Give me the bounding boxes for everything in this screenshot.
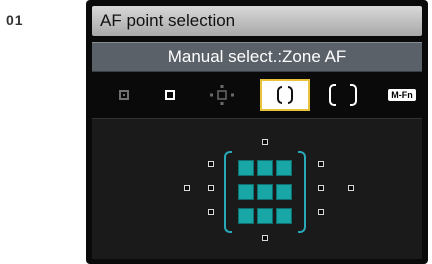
af-mode-selector: M-Fn bbox=[92, 78, 422, 112]
zone-af-point bbox=[276, 208, 292, 224]
zone-bracket-left bbox=[224, 151, 232, 233]
spot-af-icon[interactable] bbox=[112, 78, 136, 112]
current-af-mode: Manual select.:Zone AF bbox=[167, 47, 347, 66]
menu-title-bar: AF point selection bbox=[92, 6, 422, 36]
auto-selection-af-icon[interactable] bbox=[320, 78, 366, 112]
zone-af-icon[interactable] bbox=[260, 79, 310, 111]
zone-af-point bbox=[238, 184, 254, 200]
single-point-af-icon[interactable] bbox=[158, 78, 182, 112]
af-zone-frame[interactable] bbox=[224, 151, 306, 233]
af-point bbox=[318, 161, 324, 167]
af-point-map[interactable] bbox=[92, 118, 422, 259]
zone-af-point bbox=[276, 160, 292, 176]
af-point bbox=[184, 185, 190, 191]
zone-af-point bbox=[238, 208, 254, 224]
zone-af-point bbox=[257, 208, 273, 224]
af-point-expansion-icon[interactable] bbox=[202, 78, 242, 112]
af-point bbox=[262, 139, 268, 145]
m-fn-label: M-Fn bbox=[388, 89, 416, 101]
zone-af-point bbox=[257, 184, 273, 200]
af-point bbox=[318, 185, 324, 191]
camera-lcd-screen: AF point selection Manual select.:Zone A… bbox=[86, 0, 428, 264]
af-point bbox=[208, 185, 214, 191]
zone-af-point bbox=[238, 160, 254, 176]
af-point bbox=[208, 161, 214, 167]
figure-number: 01 bbox=[6, 12, 24, 28]
af-point bbox=[348, 185, 354, 191]
zone-af-point bbox=[276, 184, 292, 200]
af-mode-bar: Manual select.:Zone AF bbox=[92, 42, 422, 72]
zone-af-point bbox=[257, 160, 273, 176]
m-fn-icon[interactable]: M-Fn bbox=[386, 78, 418, 112]
zone-bracket-right bbox=[298, 151, 306, 233]
af-point bbox=[262, 235, 268, 241]
menu-title: AF point selection bbox=[100, 11, 236, 30]
af-point bbox=[208, 209, 214, 215]
af-point bbox=[318, 209, 324, 215]
